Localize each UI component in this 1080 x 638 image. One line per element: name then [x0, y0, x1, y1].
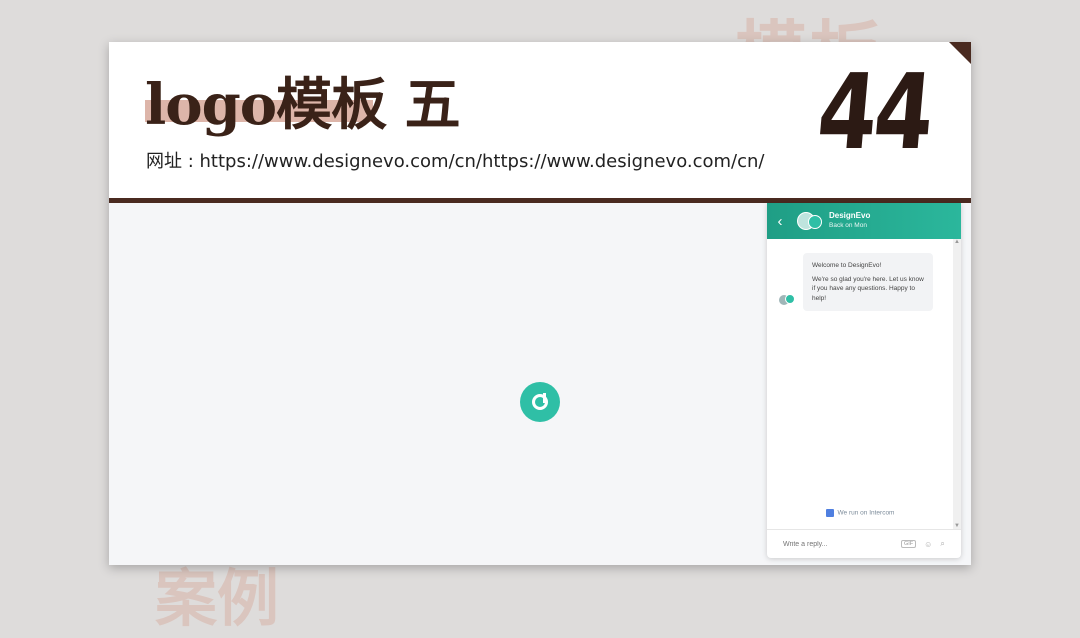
slide: logo模板 五 网址 : https://www.designevo.com/… [109, 42, 971, 565]
title-wrap: logo模板 五 [145, 72, 461, 138]
chat-widget: ‹ DesignEvo Back on Mon Welcome to Desig… [767, 203, 961, 558]
scroll-up-icon[interactable]: ▲ [953, 239, 961, 245]
message-avatar [779, 294, 795, 305]
powered-by[interactable]: We run on Intercom [767, 509, 953, 517]
website-url: 网址 : https://www.designevo.com/cn/https:… [146, 151, 765, 172]
message-text: We're so glad you're here. Let us know i… [812, 275, 924, 302]
gif-icon[interactable]: GIF [901, 540, 917, 548]
chat-scrollbar[interactable]: ▲ ▼ [953, 239, 961, 529]
message-greeting: Welcome to DesignEvo! [812, 262, 882, 269]
corner-fold [949, 42, 971, 64]
page-title: logo模板 五 [145, 72, 461, 138]
avatar [797, 212, 822, 230]
designevo-badge-icon [808, 215, 822, 229]
chat-status: Back on Mon [829, 222, 867, 229]
chat-meta: DesignEvo Back on Mon [829, 211, 870, 231]
chat-name: DesignEvo [829, 211, 871, 220]
designevo-badge-icon [785, 294, 795, 304]
slide-header: logo模板 五 网址 : https://www.designevo.com/… [109, 42, 971, 198]
chat-message: Welcome to DesignEvo! We're so glad you'… [803, 253, 933, 311]
designevo-logo-icon [520, 382, 560, 422]
chat-header: ‹ DesignEvo Back on Mon [767, 203, 961, 239]
chat-body: Welcome to DesignEvo! We're so glad you'… [767, 239, 953, 529]
attachment-icon[interactable]: ⌕ [940, 539, 944, 549]
powered-by-label: We run on Intercom [837, 509, 895, 517]
chat-composer: GIF ☺ ⌕ [767, 529, 961, 558]
back-icon[interactable]: ‹ [767, 213, 793, 230]
composer-icons: GIF ☺ ⌕ [901, 539, 945, 549]
reply-input[interactable] [781, 539, 895, 549]
intercom-icon [825, 509, 834, 517]
page-number: 44 [813, 51, 936, 173]
emoji-icon[interactable]: ☺ [924, 540, 932, 549]
